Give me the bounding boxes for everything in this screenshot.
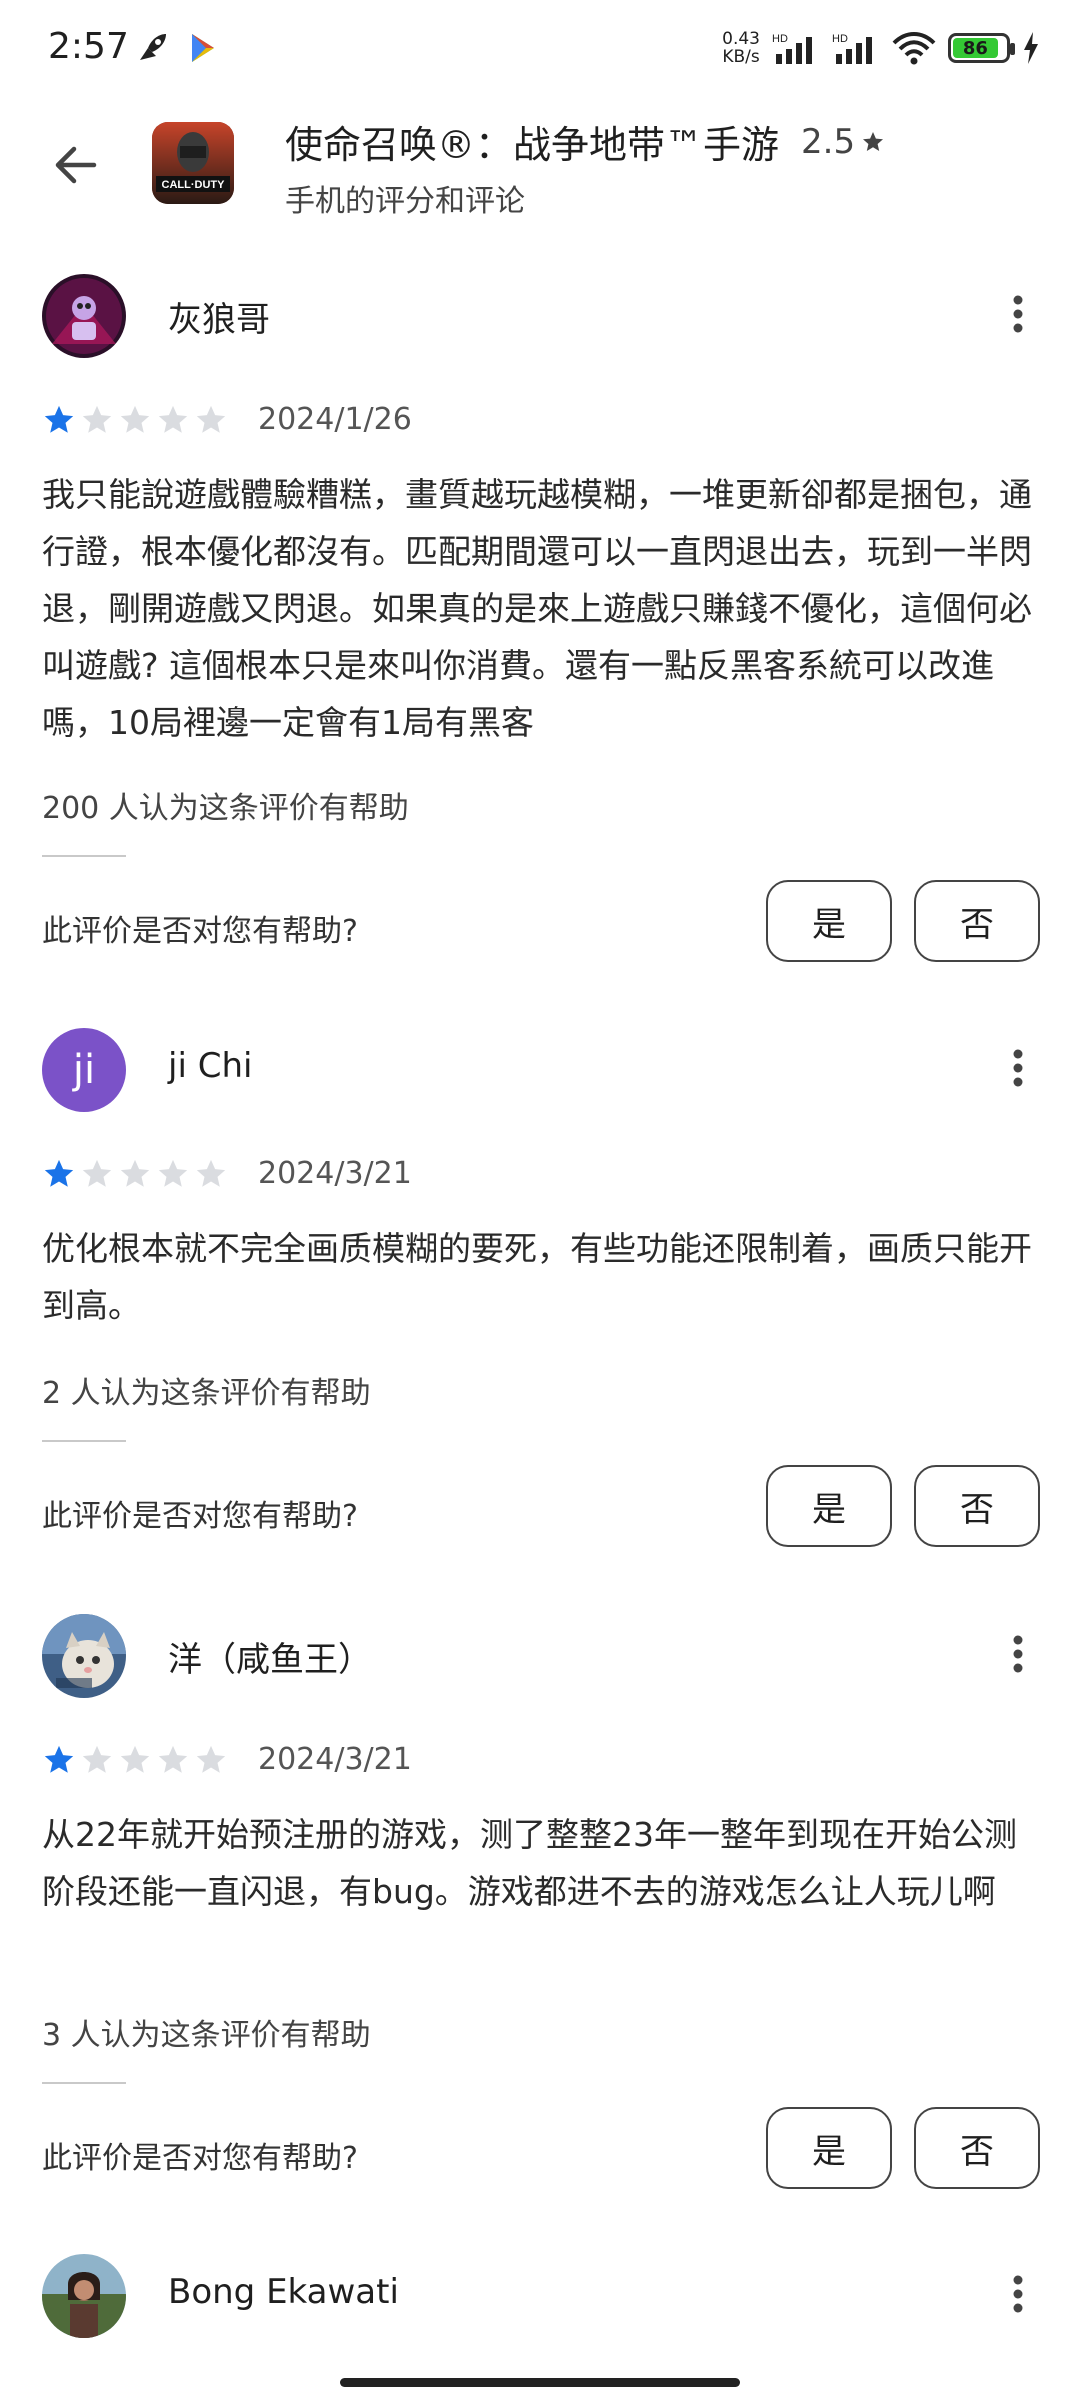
star-empty-icon (120, 405, 150, 433)
star-empty-icon (158, 1159, 188, 1187)
star-empty-icon (120, 1745, 150, 1773)
app-icon: CALL·DUTY (152, 122, 234, 204)
battery-indicator: 86 (948, 33, 1015, 63)
helpful-yes-button[interactable]: 是 (766, 2107, 892, 2189)
net-speed: 0.43 KB/s (722, 29, 760, 67)
more-options-button[interactable] (990, 2254, 1046, 2334)
more-options-button[interactable] (990, 274, 1046, 354)
wifi-icon (892, 32, 936, 65)
svg-text:HD: HD (772, 33, 788, 45)
review-date: 2024/3/21 (258, 1742, 412, 1777)
charging-icon (1024, 32, 1038, 64)
reviewer-name: ji Chi (168, 1046, 253, 1086)
star-empty-icon (158, 405, 188, 433)
back-arrow-icon (55, 146, 97, 184)
back-button[interactable] (40, 130, 110, 200)
review-date: 2024/1/26 (258, 402, 412, 437)
star-rating: 2024/1/26 (42, 402, 412, 437)
battery-level: 86 (953, 38, 998, 59)
signal-hd-icon: HD (772, 33, 812, 64)
more-vert-icon (1013, 2275, 1023, 2313)
star-empty-icon (196, 1745, 226, 1773)
reviewer-name: 洋（咸鱼王） (168, 1640, 372, 1680)
reviewer-name: 灰狼哥 (168, 300, 270, 340)
star-empty-icon (82, 405, 112, 433)
avatar[interactable]: ji (42, 1028, 126, 1112)
svg-text:CALL·DUTY: CALL·DUTY (162, 179, 226, 191)
helpful-no-button[interactable]: 否 (914, 2107, 1040, 2189)
helpful-count: 2 人认为这条评价有帮助 (42, 1376, 371, 1411)
star-rating: 2024/3/21 (42, 1742, 412, 1777)
avatar[interactable] (42, 274, 126, 358)
star-empty-icon (82, 1159, 112, 1187)
star-filled-icon (44, 1745, 74, 1773)
review-text[interactable]: 我只能說遊戲體驗糟糕，畫質越玩越模糊，一堆更新卻都是捆包，通行證，根本優化都沒有… (42, 466, 1042, 751)
review-text[interactable]: 从22年就开始预注册的游戏，测了整整23年一整年到现在开始公测阶段还能一直闪退，… (42, 1806, 1042, 1920)
review-date: 2024/3/21 (258, 1156, 412, 1191)
more-options-button[interactable] (990, 1028, 1046, 1108)
star-empty-icon (82, 1745, 112, 1773)
play-store-icon (192, 34, 214, 62)
star-filled-icon (44, 1159, 74, 1187)
rocket-icon (140, 34, 166, 60)
divider (42, 855, 126, 857)
helpful-no-button[interactable]: 否 (914, 1465, 1040, 1547)
helpful-count: 200 人认为这条评价有帮助 (42, 791, 409, 826)
svg-text:HD: HD (832, 33, 848, 45)
divider (42, 1440, 126, 1442)
app-rating: 2.5 (801, 122, 885, 162)
home-indicator[interactable] (340, 2378, 740, 2387)
avatar[interactable] (42, 2254, 126, 2338)
app-title: 使命召唤®：战争地带™手游 (285, 123, 780, 167)
app-subtitle: 手机的评分和评论 (285, 184, 525, 219)
helpful-yes-button[interactable]: 是 (766, 880, 892, 962)
signal-hd-icon-2: HD (832, 33, 872, 64)
star-rating: 2024/3/21 (42, 1156, 412, 1191)
reviewer-name: Bong Ekawati (168, 2272, 399, 2312)
status-bar: 2:57 0.43 KB/s HD HD 86 (0, 0, 1080, 96)
star-empty-icon (196, 1159, 226, 1187)
review-text[interactable]: 优化根本就不完全画质模糊的要死，有些功能还限制着，画质只能开到高。 (42, 1220, 1042, 1334)
more-options-button[interactable] (990, 1614, 1046, 1694)
status-time: 2:57 (48, 26, 129, 67)
more-vert-icon (1013, 1635, 1023, 1673)
more-vert-icon (1013, 1049, 1023, 1087)
star-empty-icon (196, 405, 226, 433)
status-icons: 0.43 KB/s HD HD 86 (722, 26, 1040, 70)
more-vert-icon (1013, 295, 1023, 333)
app-header: CALL·DUTY 使命召唤®：战争地带™手游 2.5 手机的评分和评论 (0, 100, 1080, 240)
star-empty-icon (120, 1159, 150, 1187)
helpful-question: 此评价是否对您有帮助? (42, 2141, 358, 2176)
helpful-question: 此评价是否对您有帮助? (42, 914, 358, 949)
star-filled-icon (44, 405, 74, 433)
helpful-question: 此评价是否对您有帮助? (42, 1499, 358, 1534)
helpful-count: 3 人认为这条评价有帮助 (42, 2018, 371, 2053)
star-icon (863, 131, 884, 151)
avatar[interactable] (42, 1614, 126, 1698)
divider (42, 2082, 126, 2084)
star-empty-icon (158, 1745, 188, 1773)
helpful-yes-button[interactable]: 是 (766, 1465, 892, 1547)
helpful-no-button[interactable]: 否 (914, 880, 1040, 962)
